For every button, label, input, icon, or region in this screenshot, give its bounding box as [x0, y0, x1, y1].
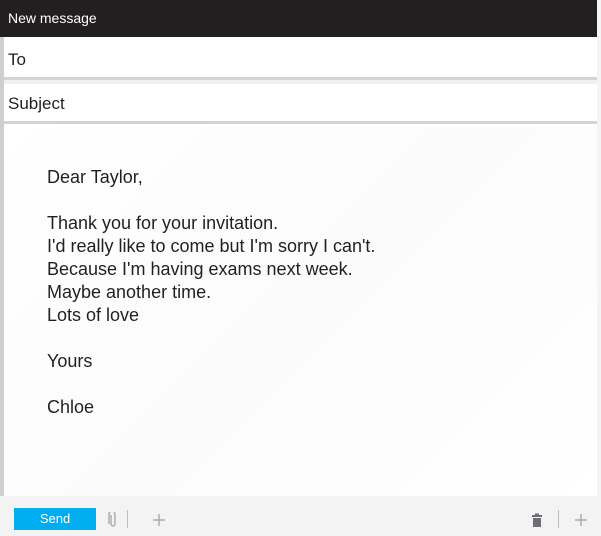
toolbar-separator: [127, 510, 128, 528]
greeting-line: Dear Taylor,: [47, 167, 143, 187]
window-title: New message: [0, 0, 597, 37]
signature-line: Chloe: [47, 397, 95, 417]
closing-line: Yours: [47, 351, 93, 371]
add-icon[interactable]: [572, 508, 590, 530]
body-line: Lots of love: [47, 305, 140, 325]
body-line: Maybe another time.: [47, 282, 212, 302]
add-icon[interactable]: [150, 508, 168, 530]
subject-label: Subject: [8, 94, 65, 113]
body-line: I'd really like to come but I'm sorry I …: [47, 236, 376, 256]
to-label: To: [8, 50, 26, 69]
compose-toolbar: Send: [0, 496, 601, 536]
attachment-icon[interactable]: [106, 508, 120, 530]
body-line: Because I'm having exams next week.: [47, 259, 353, 279]
trash-icon[interactable]: [530, 508, 544, 530]
subject-field[interactable]: Subject: [4, 84, 597, 124]
to-field[interactable]: To: [4, 40, 597, 80]
compose-window: New message To Subject Dear Taylor, Than…: [0, 0, 601, 536]
body-line: Thank you for your invitation.: [47, 213, 279, 233]
toolbar-separator: [558, 510, 559, 528]
message-body[interactable]: Dear Taylor, Thank you for your invitati…: [4, 126, 597, 496]
send-button[interactable]: Send: [14, 508, 96, 530]
window-right-border: [597, 0, 601, 536]
